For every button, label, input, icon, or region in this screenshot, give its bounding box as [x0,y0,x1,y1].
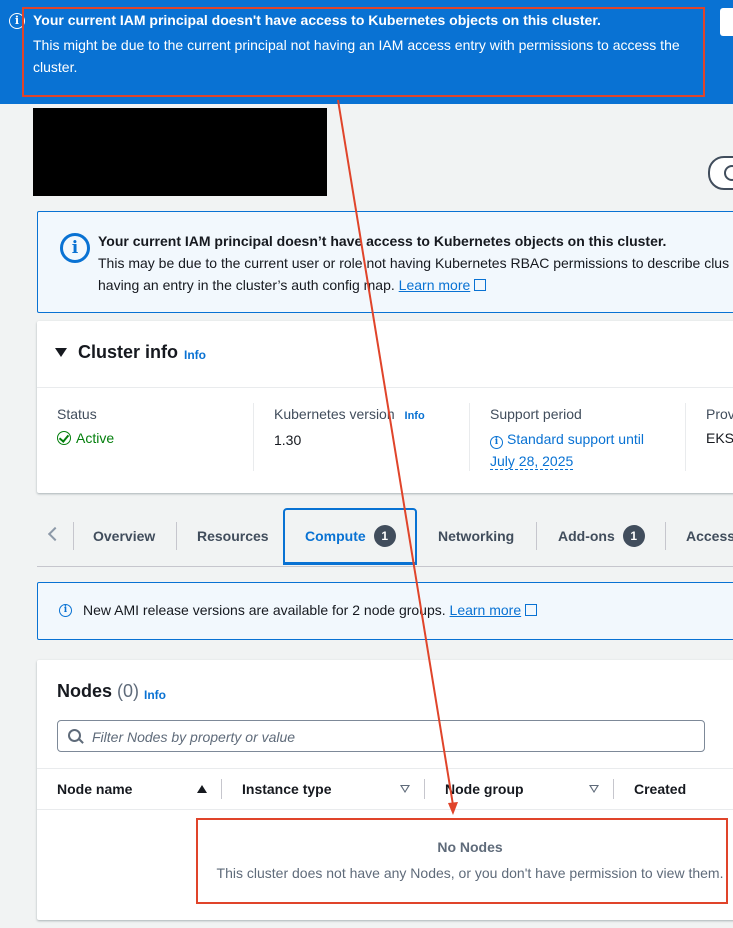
annotation-arrow [337,99,458,815]
